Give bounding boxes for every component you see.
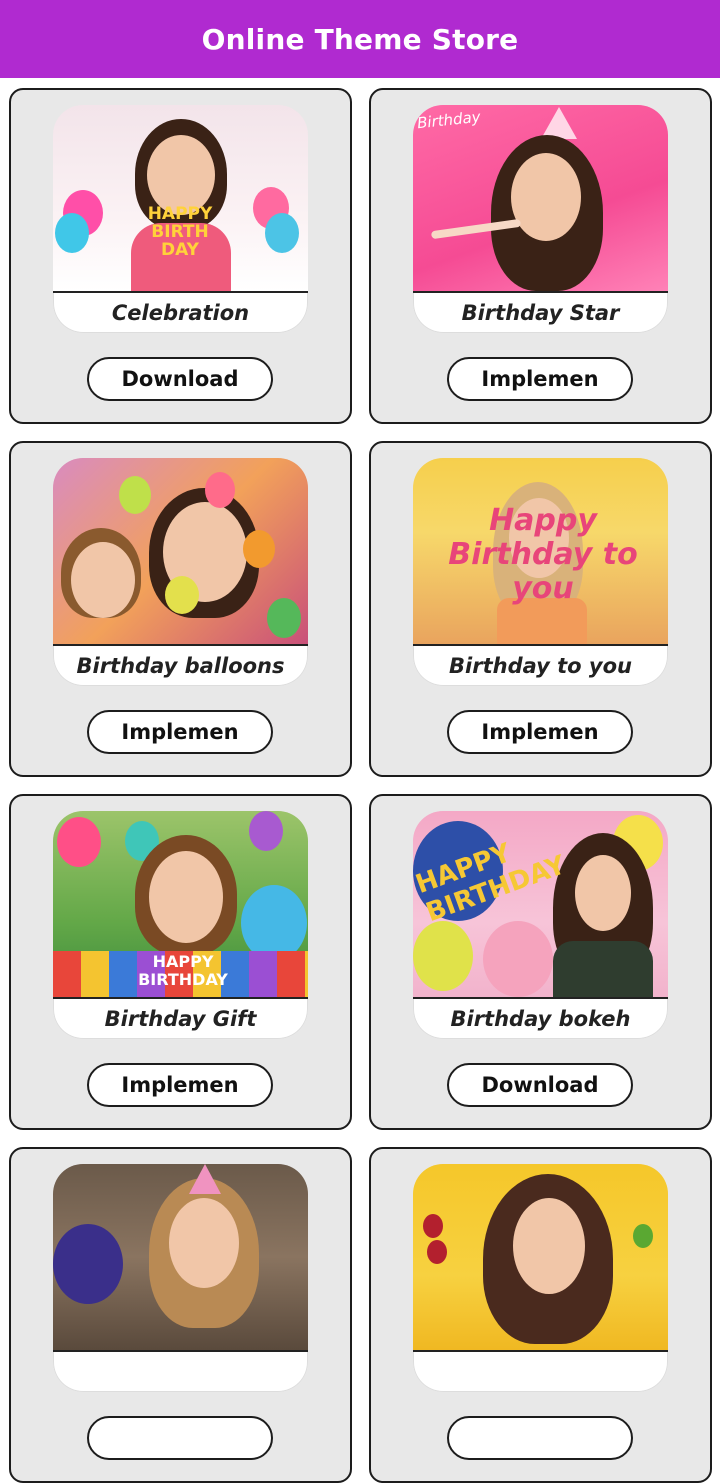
art-text: HAPPY BIRTHDAY [138,952,228,989]
theme-name [413,1352,668,1392]
theme-name: Birthday bokeh [450,1007,631,1031]
theme-card-birthday-star[interactable]: Birthday Birthday Star Implemen [369,88,712,424]
app-bar: Online Theme Store [0,0,720,78]
page-title: Online Theme Store [201,22,519,56]
implement-button[interactable]: Implemen [87,710,273,754]
theme-thumbnail[interactable]: HAPPY BIRTHDAY Birthday Gift [53,811,308,1039]
theme-image [53,458,308,644]
theme-card-birthday-bokeh[interactable]: HAPPY BIRTHDAY Birthday bokeh Download [369,794,712,1130]
art-text: Birthday [416,107,482,133]
theme-name: Celebration [111,301,250,325]
theme-thumbnail[interactable] [53,1164,308,1392]
implement-button[interactable]: Implemen [87,1063,273,1107]
theme-name [53,1352,308,1392]
action-button[interactable] [87,1416,273,1460]
theme-card[interactable] [369,1147,712,1483]
theme-card-birthday-balloons[interactable]: Birthday balloons Implemen [9,441,352,777]
theme-card-birthday-gift[interactable]: HAPPY BIRTHDAY Birthday Gift Implemen [9,794,352,1130]
art-text: HAPPY BIRTH DAY [147,204,213,260]
theme-name: Birthday balloons [76,654,285,678]
theme-thumbnail[interactable]: HAPPY BIRTH DAY Celebration [53,105,308,333]
theme-name: Birthday to you [449,654,632,678]
theme-card-birthday-to-you[interactable]: Happy Birthday to you Birthday to you Im… [369,441,712,777]
theme-thumbnail[interactable]: HAPPY BIRTHDAY Birthday bokeh [413,811,668,1039]
theme-image: Happy Birthday to you [413,458,668,644]
theme-thumbnail[interactable] [413,1164,668,1392]
theme-image: HAPPY BIRTHDAY [53,811,308,997]
theme-grid: HAPPY BIRTH DAY Celebration Download Bir… [0,78,720,1483]
theme-thumbnail[interactable]: Birthday balloons [53,458,308,686]
action-button[interactable] [447,1416,633,1460]
theme-image [53,1164,308,1350]
theme-image [413,1164,668,1350]
implement-button[interactable]: Implemen [447,710,633,754]
download-button[interactable]: Download [447,1063,633,1107]
implement-button[interactable]: Implemen [447,357,633,401]
theme-name: Birthday Star [461,301,620,325]
theme-image: HAPPY BIRTHDAY [413,811,668,997]
download-button[interactable]: Download [87,357,273,401]
theme-name: Birthday Gift [104,1007,257,1031]
theme-card[interactable] [9,1147,352,1483]
art-text: Happy Birthday to you [448,503,638,606]
theme-image: HAPPY BIRTH DAY [53,105,308,291]
theme-card-celebration[interactable]: HAPPY BIRTH DAY Celebration Download [9,88,352,424]
theme-thumbnail[interactable]: Happy Birthday to you Birthday to you [413,458,668,686]
theme-thumbnail[interactable]: Birthday Birthday Star [413,105,668,333]
theme-image: Birthday [413,105,668,291]
